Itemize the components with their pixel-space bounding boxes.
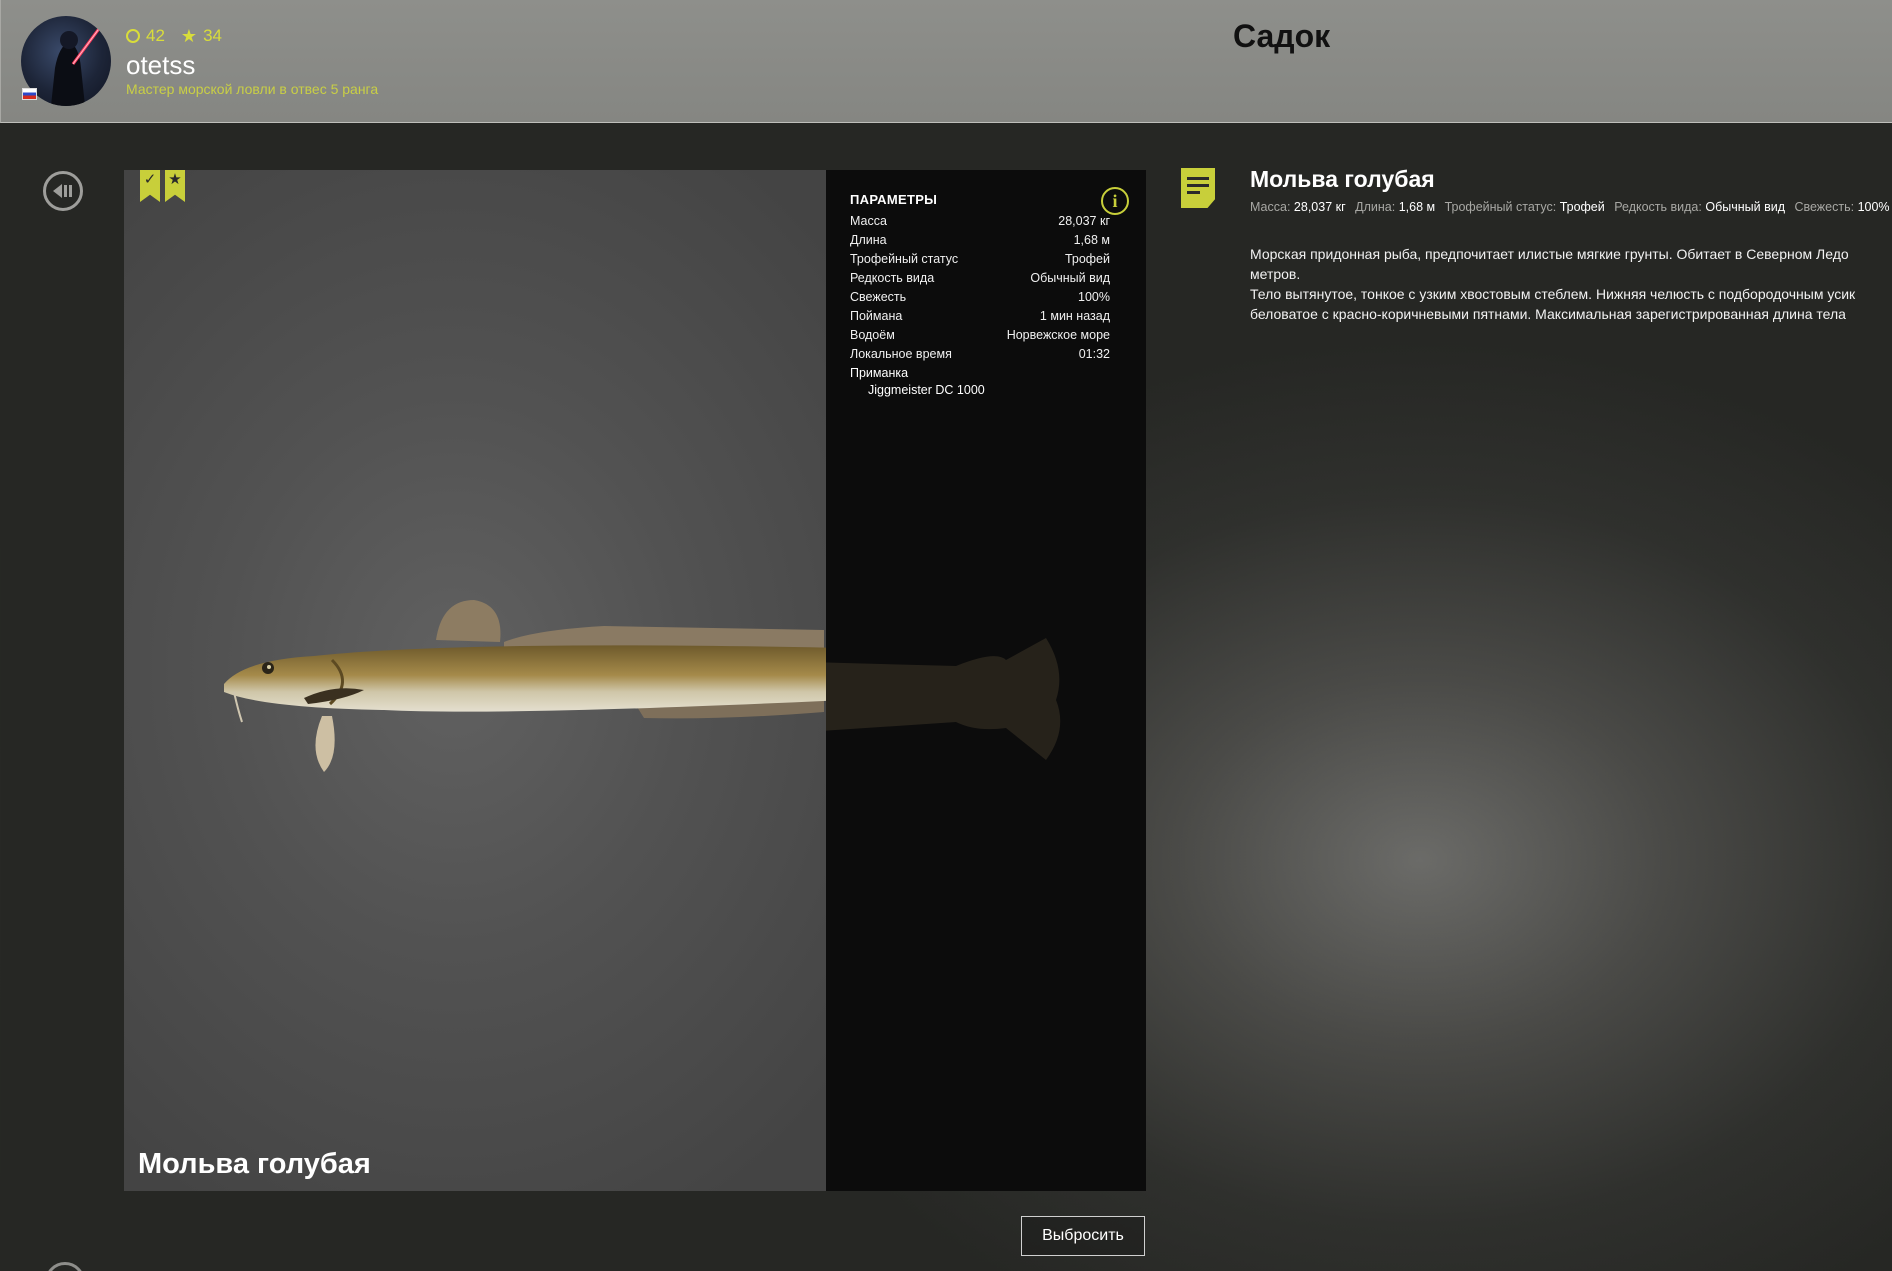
username[interactable]: otetss bbox=[126, 50, 195, 81]
fish-name-caption: Мольва голубая bbox=[138, 1148, 371, 1180]
param-label: Масса bbox=[850, 214, 887, 228]
fish-badges: ✓ ★ bbox=[140, 170, 185, 202]
meta-value: Обычный вид bbox=[1705, 200, 1785, 214]
discard-button[interactable]: Выбросить bbox=[1021, 1216, 1145, 1256]
param-label: Водоём bbox=[850, 328, 895, 342]
country-flag-icon bbox=[22, 88, 37, 100]
note-icon bbox=[1181, 168, 1215, 208]
player-stats: 42 ★ 34 bbox=[126, 25, 222, 47]
param-label: Редкость вида bbox=[850, 271, 935, 285]
bottom-nav-icon[interactable] bbox=[45, 1262, 85, 1271]
param-label: Трофейный статус bbox=[850, 252, 959, 266]
fish-tail-image bbox=[826, 638, 1061, 760]
parameters-title: ПАРАМЕТРЫ bbox=[850, 192, 938, 207]
param-lure-label: Приманка bbox=[850, 366, 909, 380]
fish-description: Мольва голубая Масса: 28,037 кг Длина: 1… bbox=[1250, 166, 1892, 324]
param-row-length: Длина 1,68 м bbox=[850, 233, 1110, 252]
param-value: Обычный вид bbox=[1030, 271, 1110, 285]
param-row-caught: Поймана 1 мин назад bbox=[850, 309, 1110, 328]
param-label: Длина bbox=[850, 233, 887, 247]
meta-value: 28,037 кг bbox=[1293, 200, 1346, 214]
meta-value: 100% bbox=[1857, 200, 1890, 214]
param-value: 100% bbox=[1078, 290, 1110, 304]
meta-value: Трофей bbox=[1559, 200, 1605, 214]
fish-viewer[interactable]: ✓ ★ Мольва голубая bbox=[124, 170, 826, 1191]
back-arrow-icon bbox=[53, 184, 72, 198]
description-line: метров. bbox=[1250, 266, 1301, 282]
meta-key: Масса: bbox=[1250, 200, 1291, 214]
fish-image bbox=[224, 600, 826, 772]
meta-value: 1,68 м bbox=[1398, 200, 1436, 214]
param-value: 1,68 м bbox=[1073, 233, 1110, 247]
parameters-panel: ПАРАМЕТРЫ i Масса 28,037 кг Длина 1,68 м… bbox=[826, 170, 1146, 1191]
meta-key: Трофейный статус: bbox=[1444, 200, 1557, 214]
info-icon[interactable]: i bbox=[1101, 187, 1129, 215]
param-value: 01:32 bbox=[1078, 347, 1110, 361]
meta-key: Редкость вида: bbox=[1614, 200, 1702, 214]
description-line: Тело вытянутое, тонкое с узким хвостовым… bbox=[1250, 286, 1856, 302]
star-icon: ★ bbox=[165, 170, 185, 202]
description-text: Морская придонная рыба, предпочитает или… bbox=[1250, 244, 1892, 324]
level-icon bbox=[126, 29, 140, 43]
param-label: Поймана bbox=[850, 309, 903, 323]
meta-key: Длина: bbox=[1355, 200, 1396, 214]
param-row-trophy-status: Трофейный статус Трофей bbox=[850, 252, 1110, 271]
param-label: Локальное время bbox=[850, 347, 952, 361]
star-icon: ★ bbox=[180, 25, 198, 46]
checkmark-icon: ✓ bbox=[140, 170, 160, 202]
param-value: 1 мин назад bbox=[1039, 309, 1110, 323]
description-meta: Масса: 28,037 кг Длина: 1,68 м Трофейный… bbox=[1250, 200, 1892, 214]
param-row-water: Водоём Норвежское море bbox=[850, 328, 1110, 347]
description-line: Морская придонная рыба, предпочитает или… bbox=[1250, 246, 1849, 262]
parameters-list: Масса 28,037 кг Длина 1,68 м Трофейный с… bbox=[850, 214, 1110, 397]
param-row-freshness: Свежесть 100% bbox=[850, 290, 1110, 309]
param-row-mass: Масса 28,037 кг bbox=[850, 214, 1110, 233]
description-line: беловатое с красно-коричневыми пятнами. … bbox=[1250, 306, 1846, 322]
param-label: Свежесть bbox=[850, 290, 907, 304]
rank-title: Мастер морской ловли в отвес 5 ранга bbox=[126, 81, 379, 97]
param-lure-value: Jiggmeister DC 1000 bbox=[868, 383, 985, 397]
meta-key: Свежесть: bbox=[1794, 200, 1855, 214]
player-level: 42 bbox=[146, 26, 165, 45]
page-title: Садок bbox=[1233, 18, 1331, 54]
param-row-rarity: Редкость вида Обычный вид bbox=[850, 271, 1110, 290]
player-stars: 34 bbox=[203, 26, 222, 45]
param-value: 28,037 кг bbox=[1058, 214, 1110, 228]
description-title: Мольва голубая bbox=[1250, 166, 1435, 192]
param-value: Норвежское море bbox=[1006, 328, 1110, 342]
param-value: Трофей bbox=[1064, 252, 1110, 266]
header-bar: 42 ★ 34 otetss Мастер морской ловли в от… bbox=[0, 0, 1892, 123]
param-row-local-time: Локальное время 01:32 bbox=[850, 347, 1110, 366]
back-button[interactable] bbox=[43, 171, 83, 211]
